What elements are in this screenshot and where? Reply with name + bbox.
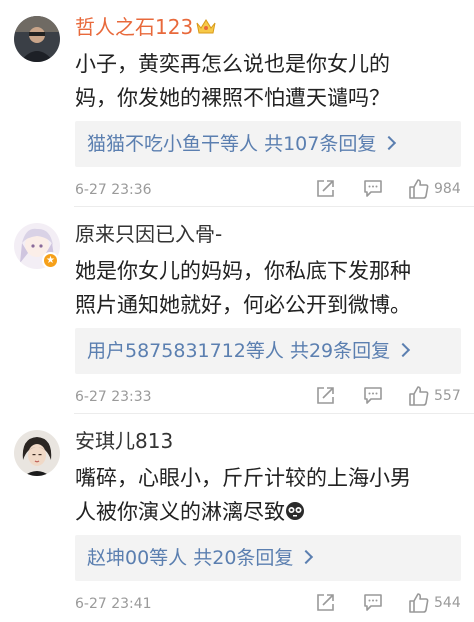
like-button[interactable]: 984: [408, 177, 461, 201]
timestamp: 6-27 23:36: [75, 182, 152, 198]
verified-badge-icon: ★: [42, 252, 59, 269]
replies-summary[interactable]: 赵坤00等人 共20条回复: [75, 535, 461, 581]
comment-text: 小子，黄奕再怎么说也是你女儿的 妈，你发她的裸照不怕遭天谴吗？: [75, 47, 460, 115]
like-count: 544: [434, 595, 461, 611]
comment-line: 照片通知她就好，何必公开到微博。: [75, 293, 411, 317]
comment-icon[interactable]: [362, 177, 384, 201]
avatar[interactable]: [14, 16, 60, 62]
comment-icon[interactable]: [362, 384, 384, 408]
like-count: 557: [434, 388, 461, 404]
mask-face-emoji-icon: [285, 497, 305, 520]
vip-crown-icon: [196, 15, 216, 34]
comment-text: 嘴碎，心眼小，斤斤计较的上海小男 人被你演义的淋漓尽致: [75, 461, 460, 529]
comment-line: 小子，黄奕再怎么说也是你女儿的: [75, 52, 390, 76]
share-icon[interactable]: [315, 177, 337, 201]
comment-line: 嘴碎，心眼小，斤斤计较的上海小男: [75, 466, 411, 490]
comment-text: 她是你女儿的妈妈，你私底下发那种 照片通知她就好，何必公开到微博。: [75, 254, 460, 322]
comment-line: 人被你演义的淋漓尽致: [75, 495, 460, 529]
like-count: 984: [434, 181, 461, 197]
share-icon[interactable]: [315, 384, 337, 408]
like-button[interactable]: 557: [408, 384, 461, 408]
timestamp: 6-27 23:33: [75, 389, 152, 405]
comment-line: 她是你女儿的妈妈，你私底下发那种: [75, 259, 411, 283]
share-icon[interactable]: [315, 591, 337, 615]
comment-item: 安琪儿813 嘴碎，心眼小，斤斤计较的上海小男 人被你演义的淋漓尽致 赵坤00等…: [0, 414, 474, 619]
reply-count: 共29条回复: [289, 340, 391, 362]
comment-item: ★ 原来只因已入骨- 她是你女儿的妈妈，你私底下发那种 照片通知她就好，何必公开…: [0, 207, 474, 412]
like-button[interactable]: 544: [408, 591, 461, 615]
replies-summary[interactable]: 猫猫不吃小鱼干等人 共107条回复: [75, 121, 461, 167]
reply-users: 用户5875831712等人: [87, 340, 284, 362]
thumbs-up-icon: [409, 386, 429, 406]
chevron-right-icon: [396, 342, 411, 358]
comment-line: 妈，你发她的裸照不怕遭天谴吗？: [75, 86, 390, 110]
username[interactable]: 哲人之石123: [75, 14, 216, 40]
thumbs-up-icon: [409, 179, 429, 199]
avatar[interactable]: [14, 430, 60, 476]
thumbs-up-icon: [409, 593, 429, 613]
timestamp: 6-27 23:41: [75, 596, 152, 612]
comment-line-text: 人被你演义的淋漓尽致: [75, 500, 285, 524]
username[interactable]: 安琪儿813: [75, 428, 173, 454]
reply-count: 共107条回复: [264, 133, 377, 155]
reply-users: 赵坤00等人: [87, 547, 188, 569]
chevron-right-icon: [299, 549, 314, 565]
username[interactable]: 原来只因已入骨-: [75, 221, 222, 247]
comment-icon[interactable]: [362, 591, 384, 615]
replies-summary[interactable]: 用户5875831712等人 共29条回复: [75, 328, 461, 374]
chevron-right-icon: [382, 135, 397, 151]
reply-count: 共20条回复: [193, 547, 294, 569]
comment-item: 哲人之石123 小子，黄奕再怎么说也是你女儿的 妈，你发她的裸照不怕遭天谴吗？ …: [0, 0, 474, 205]
reply-users: 猫猫不吃小鱼干等人: [87, 133, 259, 155]
